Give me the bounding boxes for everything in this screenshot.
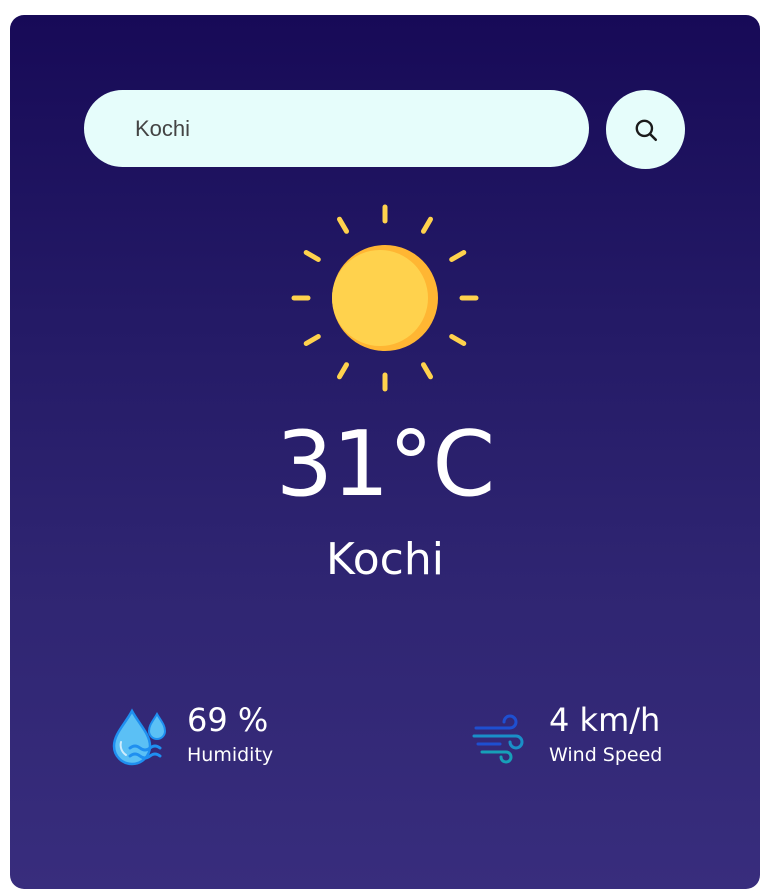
weather-card: 31°C Kochi 69 % Humidity 4 km/h Wind Spe…: [10, 15, 760, 889]
temperature: 31°C: [275, 412, 495, 517]
humidity-label: Humidity: [187, 744, 274, 766]
wind-stat: 4 km/h Wind Speed: [470, 698, 710, 778]
wind-icon: [472, 714, 524, 764]
humidity-drops-icon: [112, 708, 167, 766]
search-button[interactable]: [606, 90, 685, 169]
city-name: Kochi: [326, 534, 444, 585]
search-icon: [635, 119, 657, 141]
sun-icon: [291, 204, 479, 392]
wind-value: 4 km/h: [549, 701, 661, 739]
wind-label: Wind Speed: [549, 744, 663, 766]
humidity-stat: 69 % Humidity: [110, 698, 350, 778]
humidity-value: 69 %: [187, 701, 269, 739]
search-input[interactable]: [84, 90, 589, 167]
